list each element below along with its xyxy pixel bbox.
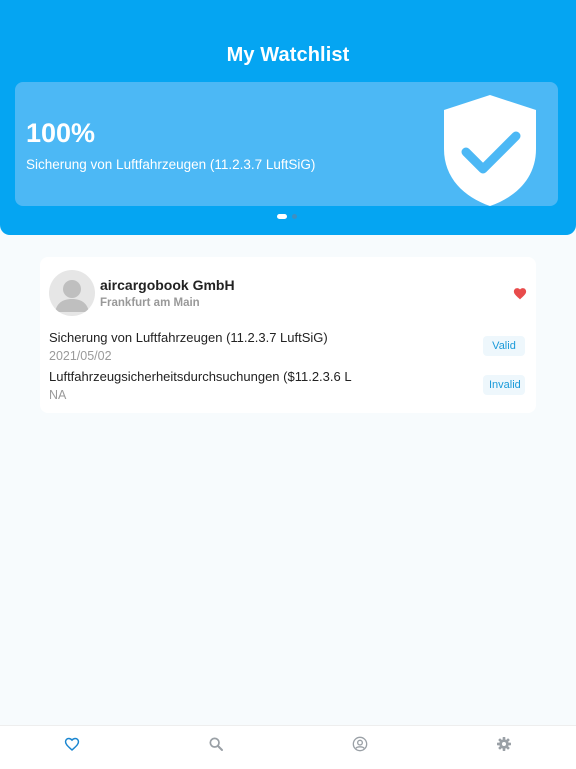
tab-profile-user-circle-icon[interactable]: [352, 736, 368, 752]
banner-percentage: 100%: [26, 118, 96, 148]
avatar: [49, 270, 95, 316]
cert-name: Sicherung von Luftfahrzeugen (11.2.3.7 L…: [49, 330, 328, 345]
company-city: Frankfurt am Main: [100, 297, 200, 309]
tab-watchlist-heart-icon[interactable]: [64, 736, 80, 752]
status-badge-valid: Valid: [483, 336, 525, 356]
carousel-dot[interactable]: [292, 214, 297, 219]
shield-check-icon: [444, 95, 536, 206]
carousel-dot-active[interactable]: [277, 214, 287, 219]
bottom-tab-bar: [0, 725, 576, 769]
cert-date: 2021/05/02: [49, 349, 112, 363]
cert-date: NA: [49, 388, 67, 402]
summary-banner[interactable]: 100% Sicherung von Luftfahrzeugen (11.2.…: [15, 82, 558, 206]
company-name: aircargobook GmbH: [100, 277, 235, 293]
cert-name: Luftfahrzeugsicherheitsdurchsuchungen ($…: [49, 369, 352, 384]
header: My Watchlist 100% Sicherung von Luftfahr…: [0, 0, 576, 235]
tab-settings-gear-icon[interactable]: [496, 736, 512, 752]
user-placeholder-icon: [55, 280, 89, 312]
tab-search-icon[interactable]: [208, 736, 224, 752]
watchlist-card[interactable]: aircargobook GmbH Frankfurt am Main Sich…: [40, 257, 536, 413]
page-title: My Watchlist: [226, 44, 350, 66]
status-badge-invalid: Invalid: [483, 375, 525, 395]
favorite-heart-icon[interactable]: [513, 287, 527, 300]
banner-subtitle: Sicherung von Luftfahrzeugen (11.2.3.7 L…: [26, 157, 316, 172]
